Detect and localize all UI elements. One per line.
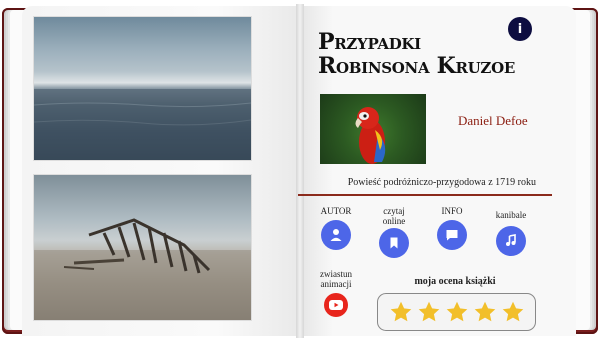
menu-label-czytaj-online: czytaj online [382,206,406,226]
menu-item-zwiastun-animacji[interactable]: zwiastun animacji [306,269,366,317]
menu-label-kanibale: kanibale [495,210,527,220]
czytaj-online-button[interactable] [379,228,409,258]
book-spine [296,4,304,338]
info-menu-button[interactable] [437,220,467,250]
sea-photo [33,16,252,161]
shipwreck-illustration [34,218,251,320]
book-title-line1: Przypadki [318,29,421,55]
shipwreck-photo [33,174,252,321]
rating-widget[interactable] [377,293,536,331]
menu-item-czytaj-online[interactable]: czytaj online [364,206,424,258]
menu-item-info[interactable]: INFO [422,206,482,250]
parrot-illustration [355,107,386,164]
book-title-line2: Robinsona Kruzoe [318,53,515,79]
parrot-photo [320,94,426,164]
bookmark-icon [390,237,398,249]
star-icon[interactable] [417,300,441,324]
kanibale-button[interactable] [496,226,526,256]
menu-label-autor: AUTOR [320,206,352,216]
star-icon[interactable] [445,300,469,324]
person-icon [330,229,342,241]
divider [298,194,552,196]
menu-item-kanibale[interactable]: kanibale [481,210,541,256]
star-icon[interactable] [389,300,413,324]
music-note-icon [506,234,516,246]
sea-horizon-illustration [34,89,251,160]
chat-icon [446,230,458,241]
rating-label: moja ocena książki [414,276,496,287]
menu-label-zwiastun-animacji: zwiastun animacji [320,269,352,289]
star-icon[interactable] [501,300,525,324]
youtube-icon [329,300,343,310]
genre-text: Powieść podróżniczo-przygodowa z 1719 ro… [347,177,536,188]
menu-item-autor[interactable]: AUTOR [306,206,366,250]
star-icon[interactable] [473,300,497,324]
menu-label-info: INFO [441,206,463,216]
book-title: Przypadki Robinsona Kruzoe [318,30,538,78]
youtube-button[interactable] [324,293,348,317]
autor-button[interactable] [321,220,351,250]
author-name: Daniel Defoe [458,113,528,128]
